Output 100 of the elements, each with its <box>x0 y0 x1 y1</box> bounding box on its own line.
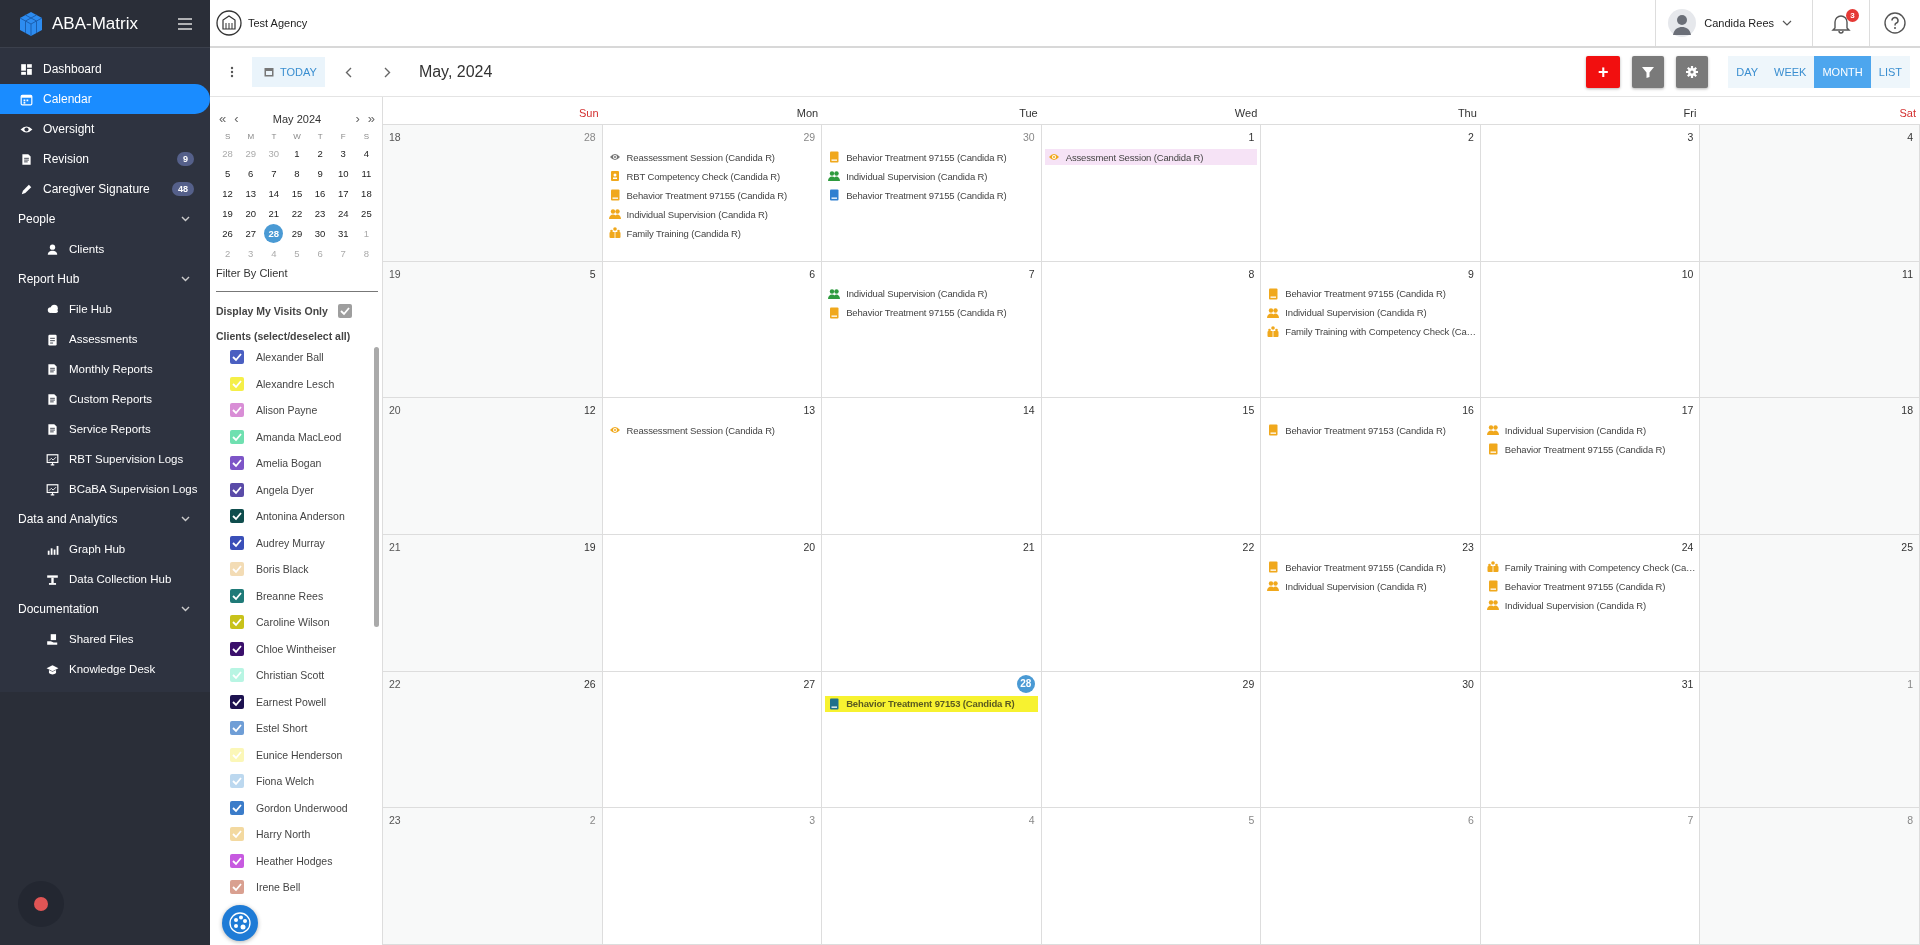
day-cell[interactable]: 4 <box>1700 125 1920 262</box>
settings-button[interactable] <box>1676 56 1709 88</box>
date-cell[interactable]: 15 <box>287 184 307 203</box>
checkbox[interactable] <box>230 800 244 815</box>
nav-item[interactable]: Oversight <box>0 114 210 144</box>
calendar-event[interactable]: Behavior Treatment 97155 (Candida R) <box>1483 441 1697 458</box>
checkbox[interactable] <box>230 429 244 444</box>
calendar-event[interactable]: Reassessment Session (Candida R) <box>605 422 819 439</box>
nav-item[interactable]: Shared Files <box>0 624 210 654</box>
date-cell[interactable]: 14 <box>264 184 284 203</box>
checkbox[interactable] <box>230 535 244 550</box>
calendar-event[interactable]: Behavior Treatment 97155 (Candida R) <box>1264 559 1477 575</box>
date-cell[interactable]: 29 <box>287 224 307 243</box>
day-cell[interactable]: 20 <box>602 535 823 672</box>
nav-item[interactable]: RBT Supervision Logs <box>0 444 210 474</box>
calendar-event[interactable]: Behavior Treatment 97155 (Candida R) <box>825 187 1038 203</box>
checkbox[interactable] <box>230 456 244 471</box>
date-cell[interactable]: 24 <box>333 204 353 223</box>
day-cell[interactable]: 29 Reassessment Session (Candida R) RBT Competency Check (Candida R) Behavior Treatment 97155 (Candida R) Individual Supervision (Candida R) Family Training (Candida R) <box>602 125 823 262</box>
palette-button[interactable] <box>222 905 258 941</box>
day-cell[interactable]: 4 <box>822 808 1042 945</box>
filter-button[interactable] <box>1632 56 1665 88</box>
calendar-event[interactable]: Reassessment Session (Candida R) <box>605 149 819 165</box>
user-menu[interactable]: Candida Rees <box>1655 0 1812 46</box>
section-header[interactable]: Report Hub <box>0 264 210 294</box>
day-cell[interactable]: 8 <box>1041 261 1262 399</box>
calendar-event[interactable]: Individual Supervision (Candida R) <box>825 168 1038 184</box>
day-cell[interactable]: 25 <box>1700 535 1920 672</box>
nav-item[interactable]: Dashboard <box>0 54 210 84</box>
calendar-event[interactable]: Individual Supervision (Candida R) <box>825 285 1038 302</box>
date-cell[interactable]: 25 <box>356 204 376 223</box>
calendar-event[interactable]: Family Training with Competency Check (Ca… <box>1483 559 1697 575</box>
calendar-event[interactable]: Individual Supervision (Candida R) <box>1264 578 1477 594</box>
day-cell[interactable]: 22 <box>1041 535 1262 672</box>
day-cell[interactable]: 15 <box>1041 398 1262 535</box>
day-cell[interactable]: 16 Behavior Treatment 97153 (Candida R) <box>1261 398 1481 535</box>
checkbox[interactable] <box>230 509 244 524</box>
checkbox[interactable] <box>337 304 352 318</box>
nav-item[interactable]: Graph Hub <box>0 534 210 564</box>
calendar-event[interactable]: Behavior Treatment 97153 (Candida R) <box>825 695 1038 712</box>
day-cell[interactable]: 19 5 <box>383 261 603 399</box>
nav-item[interactable]: Custom Reports <box>0 384 210 414</box>
date-cell[interactable]: 10 <box>333 164 353 183</box>
date-cell[interactable]: 17 <box>333 184 353 203</box>
scrollbar-thumb[interactable] <box>374 347 379 627</box>
checkbox[interactable] <box>230 403 244 418</box>
nav-item[interactable]: Revision 9 <box>0 144 210 174</box>
calendar-event[interactable]: Family Training (Candida R) <box>605 225 819 241</box>
date-cell[interactable]: 31 <box>333 224 353 243</box>
checkbox[interactable] <box>230 880 244 895</box>
first-button[interactable]: « <box>216 111 230 126</box>
date-cell[interactable]: 26 <box>218 224 238 243</box>
calendar-event[interactable]: Family Training with Competency Check (Ca… <box>1264 323 1477 340</box>
date-cell[interactable]: 2 <box>310 144 330 163</box>
record-button[interactable] <box>18 881 64 927</box>
calendar-event[interactable]: RBT Competency Check (Candida R) <box>605 168 819 184</box>
previous-button[interactable]: ‹ <box>231 111 242 126</box>
select-all-link[interactable]: Clients (select/deselect all) <box>216 330 378 342</box>
date-cell[interactable]: 11 <box>356 164 376 183</box>
date-cell[interactable]: 27 <box>241 224 261 243</box>
nav-item[interactable]: Monthly Reports <box>0 354 210 384</box>
day-cell[interactable]: 5 <box>1041 808 1262 945</box>
nav-item[interactable]: File Hub <box>0 294 210 324</box>
checkbox[interactable] <box>230 615 244 630</box>
date-cell[interactable]: 4 <box>356 144 376 163</box>
date-cell[interactable]: 3 <box>333 144 353 163</box>
date-cell[interactable]: 21 <box>264 204 284 223</box>
calendar-event[interactable]: Individual Supervision (Candida R) <box>605 206 819 222</box>
day-cell[interactable]: 18 <box>1700 398 1920 535</box>
day-cell[interactable]: 22 26 <box>383 671 603 809</box>
calendar-event[interactable]: Behavior Treatment 97155 (Candida R) <box>825 304 1038 321</box>
section-header[interactable]: People <box>0 204 210 234</box>
calendar-event[interactable]: Individual Supervision (Candida R) <box>1483 422 1697 439</box>
day-cell[interactable]: 21 <box>822 535 1042 672</box>
date-cell[interactable]: 23 <box>310 204 330 223</box>
date-cell[interactable]: 22 <box>287 204 307 223</box>
day-cell[interactable]: 23 Behavior Treatment 97155 (Candida R) Individual Supervision (Candida R) <box>1261 535 1481 672</box>
checkbox[interactable] <box>230 747 244 762</box>
date-cell[interactable]: 6 <box>241 164 261 183</box>
last-button[interactable]: » <box>364 111 378 126</box>
date-cell[interactable]: 13 <box>241 184 261 203</box>
calendar-event[interactable]: Behavior Treatment 97153 (Candida R) <box>1264 422 1477 439</box>
day-cell[interactable]: 6 <box>1261 808 1481 945</box>
date-cell[interactable]: 16 <box>310 184 330 203</box>
day-cell[interactable]: 23 2 <box>383 808 603 945</box>
help-icon[interactable] <box>1884 12 1906 34</box>
more-icon[interactable] <box>230 66 234 78</box>
date-cell[interactable]: 9 <box>310 164 330 183</box>
day-cell[interactable]: 1 <box>1700 671 1920 809</box>
checkbox[interactable] <box>230 350 244 365</box>
day-cell[interactable]: 9 Behavior Treatment 97155 (Candida R) Individual Supervision (Candida R) Family Training with Competency Check (Ca… <box>1261 261 1481 399</box>
add-button[interactable]: + <box>1586 56 1621 88</box>
checkbox[interactable] <box>230 376 244 391</box>
nav-item[interactable]: Assessments <box>0 324 210 354</box>
checkbox[interactable] <box>230 668 244 683</box>
day-cell[interactable]: 8 <box>1700 808 1920 945</box>
section-header[interactable]: Documentation <box>0 594 210 624</box>
calendar-event[interactable]: Individual Supervision (Candida R) <box>1483 597 1697 613</box>
next-button[interactable]: › <box>352 111 363 126</box>
nav-item[interactable]: Clients <box>0 234 210 264</box>
